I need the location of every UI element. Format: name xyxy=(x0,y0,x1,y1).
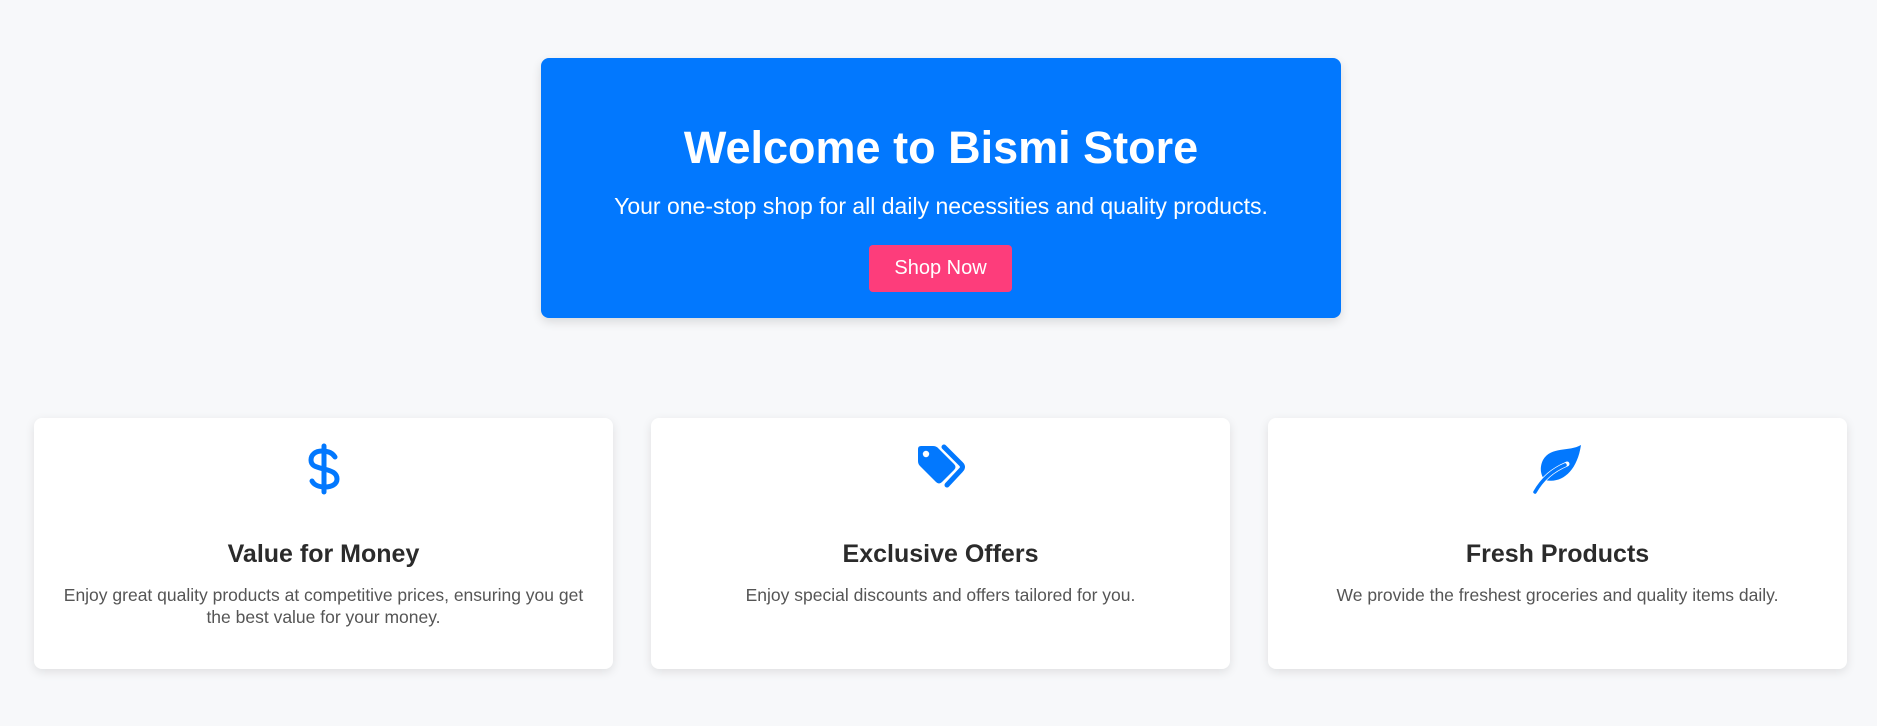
feature-description: Enjoy special discounts and offers tailo… xyxy=(745,585,1136,605)
shop-now-button[interactable]: Shop Now xyxy=(869,245,1012,292)
feature-title: Value for Money xyxy=(227,540,420,568)
hero-subtitle: Your one-stop shop for all daily necessi… xyxy=(614,193,1268,219)
hero-title: Welcome to Bismi Store xyxy=(683,122,1199,173)
feature-description: Enjoy great quality products at competit… xyxy=(63,585,584,627)
feature-description: We provide the freshest groceries and qu… xyxy=(1336,585,1779,605)
leaf-icon xyxy=(1531,442,1585,496)
feature-card-value: Value for Money Enjoy great quality prod… xyxy=(34,418,613,669)
feature-title: Fresh Products xyxy=(1465,540,1650,568)
feature-card-offers: Exclusive Offers Enjoy special discounts… xyxy=(651,418,1230,669)
hero-banner: Welcome to Bismi Store Your one-stop sho… xyxy=(541,58,1341,318)
feature-card-fresh: Fresh Products We provide the freshest g… xyxy=(1268,418,1847,669)
tags-icon xyxy=(914,442,968,496)
dollar-icon xyxy=(297,442,351,496)
features-section: Value for Money Enjoy great quality prod… xyxy=(34,418,1847,669)
feature-title: Exclusive Offers xyxy=(842,540,1039,568)
